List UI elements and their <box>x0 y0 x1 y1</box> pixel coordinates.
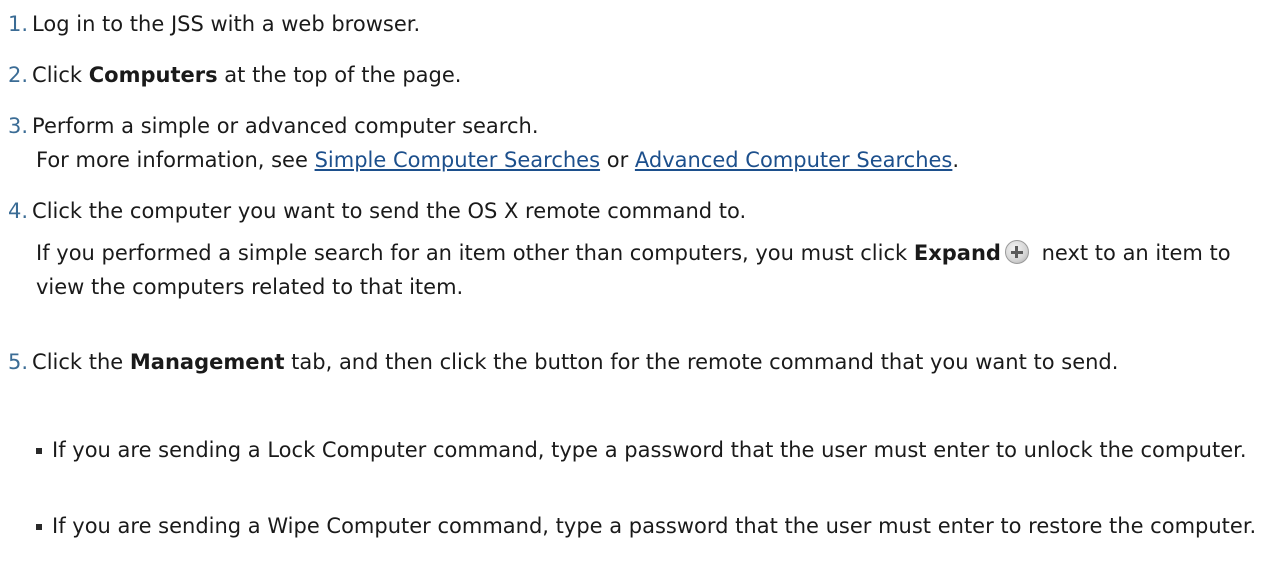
step-text: Log in to the JSS with a web browser. <box>32 12 421 36</box>
computers-ui-term: Computers <box>88 63 218 87</box>
more-info-text: For more information, see <box>36 148 315 172</box>
bullet-item: If you are sending a Lock Computer comma… <box>36 433 1277 467</box>
step-text-post: tab, and then click the button for the r… <box>284 350 1119 374</box>
bullet-text: If you are sending a Lock Computer comma… <box>52 438 1247 462</box>
period-text: . <box>952 148 960 172</box>
bullet-item: If you are sending a Wipe Computer comma… <box>36 509 1277 543</box>
step-number: 1. <box>8 12 29 36</box>
step-4: 4. Click the computer you want to send th… <box>8 194 1277 304</box>
step-text: Perform a simple or advanced computer se… <box>32 114 539 138</box>
advanced-computer-searches-link[interactable]: Advanced Computer Searches <box>635 148 952 172</box>
step-text-post: at the top of the page. <box>217 63 462 87</box>
bullet-text: If you are sending a Wipe Computer comma… <box>52 514 1257 538</box>
step-number: 4. <box>8 199 29 223</box>
step-4-paragraph: If you performed a simple search for an … <box>8 236 1277 304</box>
bullet-marker <box>36 448 42 454</box>
step-5: 5. Click the Management tab, and then cli… <box>8 345 1277 379</box>
step-number: 3. <box>8 114 29 138</box>
step-2: 2. Click Computers at the top of the page… <box>8 58 1277 92</box>
step-3-more-info: For more information, see Simple Compute… <box>8 143 1277 177</box>
paragraph-text-pre: If you performed a simple search for an … <box>36 241 914 265</box>
connector-text: or <box>600 148 635 172</box>
simple-computer-searches-link[interactable]: Simple Computer Searches <box>315 148 600 172</box>
step-number: 2. <box>8 63 29 87</box>
expand-ui-term: Expand <box>913 241 1001 265</box>
step-number: 5. <box>8 350 29 374</box>
step-text-pre: Click the <box>32 350 130 374</box>
step-text-pre: Click <box>32 63 89 87</box>
step-1: 1. Log in to the JSS with a web browser. <box>8 7 1277 41</box>
step-3: 3. Perform a simple or advanced computer … <box>8 109 1277 177</box>
step-text: Click the computer you want to send the … <box>32 199 747 223</box>
plus-circle-icon[interactable] <box>1004 240 1029 264</box>
bullet-marker <box>36 524 42 530</box>
management-ui-term: Management <box>129 350 285 374</box>
